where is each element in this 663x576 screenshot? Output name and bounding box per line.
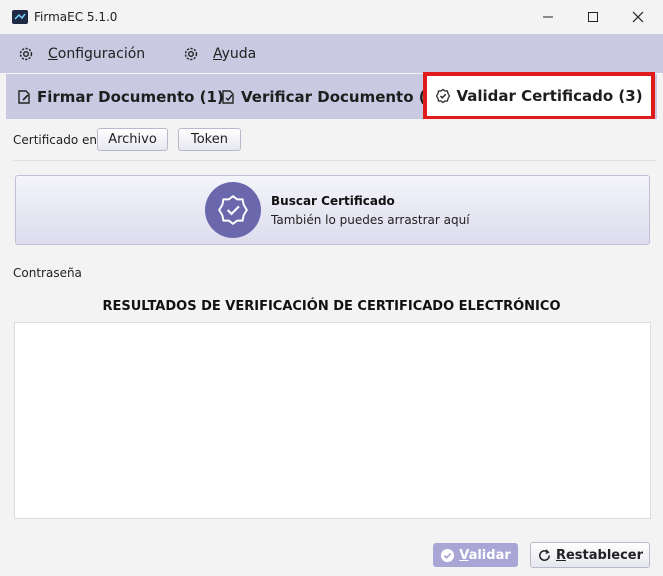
menu-bar: Configuración Ayuda [0, 34, 663, 73]
close-button[interactable] [615, 0, 661, 34]
restablecer-label: Restablecer [555, 547, 644, 563]
certificado-en-label: Certificado en [13, 133, 98, 147]
certificate-badge [205, 182, 261, 238]
results-title: RESULTADOS DE VERIFICACIÓN DE CERTIFICAD… [102, 299, 561, 314]
minimize-icon [543, 16, 553, 18]
verify-document-icon [222, 89, 234, 104]
refresh-icon [539, 548, 550, 561]
tab-firmar-label: Firmar Documento (1) [37, 87, 224, 106]
app-logo-icon [12, 10, 28, 24]
menu-configuracion-label: Configuración [48, 45, 146, 62]
maximize-button[interactable] [570, 0, 616, 34]
tab-validar-certificado[interactable]: Validar Certificado (3) [423, 72, 655, 120]
check-circle-icon [441, 548, 455, 562]
archivo-button[interactable]: Archivo [97, 128, 168, 151]
tab-bar: Firmar Documento (1) Verificar Documento… [6, 72, 657, 120]
close-icon [632, 11, 644, 23]
maximize-icon [588, 12, 598, 22]
badge-check-icon [218, 194, 248, 226]
results-area[interactable] [14, 322, 651, 519]
token-button[interactable]: Token [178, 128, 241, 151]
gear-icon [184, 47, 198, 60]
buscar-certificado-title: Buscar Certificado [271, 194, 395, 208]
gear-icon [19, 47, 33, 60]
validar-certificado-panel: Certificado en Archivo Token Buscar Cert… [6, 119, 657, 576]
minimize-button[interactable] [525, 0, 571, 34]
validar-button[interactable]: Validar [433, 543, 518, 567]
title-bar: FirmaEC 5.1.0 [0, 0, 663, 34]
tab-verificar-label: Verificar Documento (2) [241, 87, 443, 106]
badge-check-icon [436, 88, 451, 104]
menu-ayuda[interactable]: Ayuda [183, 34, 256, 73]
tab-validar-label: Validar Certificado (3) [456, 87, 643, 105]
menu-ayuda-label: Ayuda [213, 45, 257, 62]
restablecer-button[interactable]: Restablecer [530, 542, 650, 568]
window-title: FirmaEC 5.1.0 [34, 10, 118, 24]
buscar-certificado-dropzone[interactable]: Buscar Certificado También lo puedes arr… [15, 175, 650, 245]
tab-firmar-documento[interactable]: Firmar Documento (1) [16, 74, 224, 119]
divider [13, 160, 656, 161]
contrasena-label: Contraseña [13, 266, 82, 280]
menu-configuracion[interactable]: Configuración [18, 34, 145, 73]
buscar-certificado-subtitle: También lo puedes arrastrar aquí [271, 213, 470, 227]
validar-label: Validar [459, 547, 511, 563]
tab-verificar-documento[interactable]: Verificar Documento (2) [220, 74, 443, 119]
edit-document-icon [18, 89, 30, 104]
